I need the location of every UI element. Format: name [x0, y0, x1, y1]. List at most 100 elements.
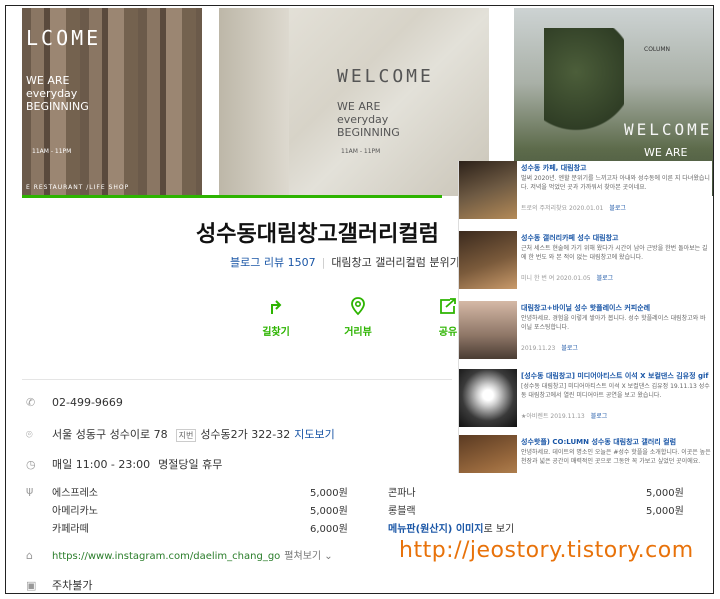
review-item[interactable]: 성수동 카페, 대림창고 벌써 2020년. 엔할 분위기를 느끼고자 아내와 …: [459, 161, 712, 223]
address-text: 서울 성동구 성수이로 78: [52, 428, 168, 441]
photo-text-line2: everyday: [337, 113, 389, 126]
website-link[interactable]: https://www.instagram.com/daelim_chang_g…: [52, 551, 280, 562]
menu-item-name: 콘파나: [388, 488, 416, 499]
review-title[interactable]: 성수동 카페, 대림창고: [521, 163, 711, 173]
photo-text-line3: BEGINNING: [337, 126, 400, 139]
review-author: ★아비렌트: [521, 413, 549, 420]
phone-number[interactable]: 02-499-9669: [52, 396, 123, 409]
menu-item-name: 카페라떼: [52, 524, 89, 535]
review-thumbnail[interactable]: [459, 369, 517, 427]
photo-hours: 11AM - 11PM: [341, 148, 381, 155]
chevron-down-icon[interactable]: ⌄: [321, 551, 332, 562]
holiday-text: 명절당일 휴무: [158, 458, 223, 471]
parking-text: 주차불가: [52, 579, 93, 592]
jibun-tag: 지번: [175, 429, 197, 442]
photo-text-line2: everyday: [26, 87, 78, 100]
blog-watermark: http://jeostory.tistory.com: [399, 538, 694, 563]
photo-welcome-text: WELCOME: [337, 66, 434, 87]
menu-item-name: 에스프레소: [52, 488, 98, 499]
review-date: 2019.11.23: [521, 345, 556, 352]
menu-item-price: 5,000원: [310, 488, 348, 499]
photo-text-line1: WE ARE: [644, 146, 688, 159]
review-category: 블로그: [561, 345, 578, 352]
jibun-address: 성수동2가 322-32: [200, 428, 291, 441]
photo-center[interactable]: WELCOME WE ARE everyday BEGINNING 11AM -…: [219, 8, 489, 196]
street-view-icon: [351, 297, 365, 316]
hours-row: ◷ 매일 11:00 - 23:00 명절당일 휴무: [26, 456, 222, 472]
menu-item-name: 아메리카노: [52, 506, 98, 517]
place-tags: 대림창고 갤러리컬럼 분위기좋: [331, 256, 470, 269]
photo-hours: 11AM - 11PM: [32, 148, 72, 155]
menu-item-price: 5,000원: [646, 506, 684, 517]
clock-icon: ◷: [26, 458, 36, 471]
menu-item-price: 5,000원: [310, 506, 348, 517]
photo-welcome-text: LCOME: [26, 26, 102, 50]
review-date: 2020.01.05: [556, 275, 591, 282]
review-date: 2020.01.01: [569, 205, 604, 212]
review-item[interactable]: 성수핫플) CO:LUMN 성수동 대림창고 갤러리 컬럼 안녕하세요. 데이트…: [459, 435, 712, 473]
review-title[interactable]: [성수동 대림창고] 미디어아티스트 이석 X 보컬댄스 김유정 gif: [521, 371, 711, 381]
map-link[interactable]: 지도보기: [294, 428, 334, 441]
review-thumbnail[interactable]: [459, 435, 517, 473]
photo-text-line1: WE ARE: [26, 74, 70, 87]
review-item[interactable]: [성수동 대림창고] 미디어아티스트 이석 X 보컬댄스 김유정 gif [성수…: [459, 369, 712, 431]
directions-button[interactable]: 길찾기: [246, 296, 306, 338]
place-meta: 블로그 리뷰 1507 | 대림창고 갤러리컬럼 분위기좋: [230, 254, 470, 270]
review-thumbnail[interactable]: [459, 231, 517, 289]
review-category: 블로그: [596, 275, 614, 282]
photo-text-line3: BEGINNING: [26, 100, 89, 113]
photo-accent-line: [22, 195, 442, 198]
place-title: 성수동대림창고갤러리컬럼: [196, 222, 439, 247]
review-item[interactable]: 성수동 갤러리카페 성수 대림창고 근처 세스트 현술에 가기 위해 왔다가 시…: [459, 231, 712, 293]
directions-label: 길찾기: [262, 327, 290, 338]
review-meta: 2019.11.23 블로그: [521, 343, 578, 352]
street-view-button[interactable]: 거리뷰: [328, 296, 388, 338]
phone-row: ✆ 02-499-9669: [26, 396, 123, 409]
review-title[interactable]: 성수핫플) CO:LUMN 성수동 대림창고 갤러리 컬럼: [521, 437, 711, 447]
photo-text-line1: WE ARE: [337, 100, 381, 113]
menu-image-link[interactable]: 메뉴판(원산지) 이미지로 보기: [388, 520, 514, 535]
photo-footer-text: E RESTAURANT /LIFE SHOP: [26, 184, 130, 191]
phone-icon: ✆: [26, 396, 36, 409]
review-meta: 트로의 주저리찾요 2020.01.01 블로그: [521, 203, 626, 212]
review-snippet: 안녕하세요. 데이트의 명소인 오늘은 #성수 핫플을 소개합니다. 이곳은 높…: [521, 449, 711, 465]
menu-item-price: 6,000원: [310, 524, 348, 535]
photo-brand-text: COLUMN: [644, 46, 671, 53]
blog-review-panel: 성수동 카페, 대림창고 벌써 2020년. 엔할 분위기를 느끼고자 아내와 …: [458, 161, 712, 473]
share-icon: [440, 298, 456, 314]
review-snippet: 안녕하세요. 경험을 이렇게 쌓아가 봅니다. 성수 핫플레이스 대림창고와 바…: [521, 315, 706, 331]
review-author: 미니 한 번 여: [521, 275, 555, 282]
home-icon: ⌂: [26, 549, 33, 562]
website-row: ⌂ https://www.instagram.com/daelim_chang_…: [26, 547, 333, 562]
location-pin-icon: ⌾: [26, 428, 33, 441]
section-divider: [22, 379, 452, 380]
review-snippet: [성수동 대림창고] 미디어아티스트 이석 X 보컬댄스 김유정 19.11.1…: [521, 383, 710, 399]
address-row: ⌾ 서울 성동구 성수이로 78 지번 성수동2가 322-32 지도보기: [26, 426, 335, 442]
photo-welcome-text: WELCOME: [624, 120, 713, 139]
menu-item-name: 롱블랙: [388, 506, 416, 517]
review-thumbnail[interactable]: [459, 301, 517, 359]
review-snippet: 근처 세스트 현술에 가기 위해 왔다가 시간이 남아 근방을 한번 돌아보는 …: [521, 245, 708, 261]
review-category: 블로그: [609, 205, 626, 212]
blog-review-link[interactable]: 블로그 리뷰 1507: [230, 256, 316, 269]
hours-text: 매일 11:00 - 23:00: [52, 458, 151, 471]
review-date: 2019.11.13: [550, 413, 585, 420]
photo-left[interactable]: LCOME WE ARE everyday BEGINNING 11AM - 1…: [22, 8, 202, 196]
review-category: 블로그: [590, 413, 608, 420]
menu-image-link-label: 메뉴판(원산지) 이미지: [388, 524, 484, 535]
review-meta: 미니 한 번 여 2020.01.05 블로그: [521, 273, 613, 282]
screenshot-frame: LCOME WE ARE everyday BEGINNING 11AM - 1…: [5, 5, 714, 594]
review-author: 트로의 주저리찾요: [521, 205, 568, 212]
meta-separator: |: [321, 256, 326, 269]
parking-row: ▣ 주차불가: [26, 577, 92, 593]
menu-image-link-suffix: 로 보기: [483, 524, 515, 535]
parking-icon: ▣: [26, 579, 37, 592]
street-view-label: 거리뷰: [344, 327, 372, 338]
review-title[interactable]: 대림창고+바이닐 성수 핫플레이스 커피순례: [521, 303, 711, 313]
review-item[interactable]: 대림창고+바이닐 성수 핫플레이스 커피순례 안녕하세요. 경험을 이렇게 쌓아…: [459, 301, 712, 363]
review-meta: ★아비렌트 2019.11.13 블로그: [521, 411, 607, 420]
website-expand[interactable]: 펼쳐보기: [284, 551, 321, 562]
review-thumbnail[interactable]: [459, 161, 517, 219]
review-title[interactable]: 성수동 갤러리카페 성수 대림창고: [521, 233, 711, 243]
directions-icon: [271, 300, 282, 314]
